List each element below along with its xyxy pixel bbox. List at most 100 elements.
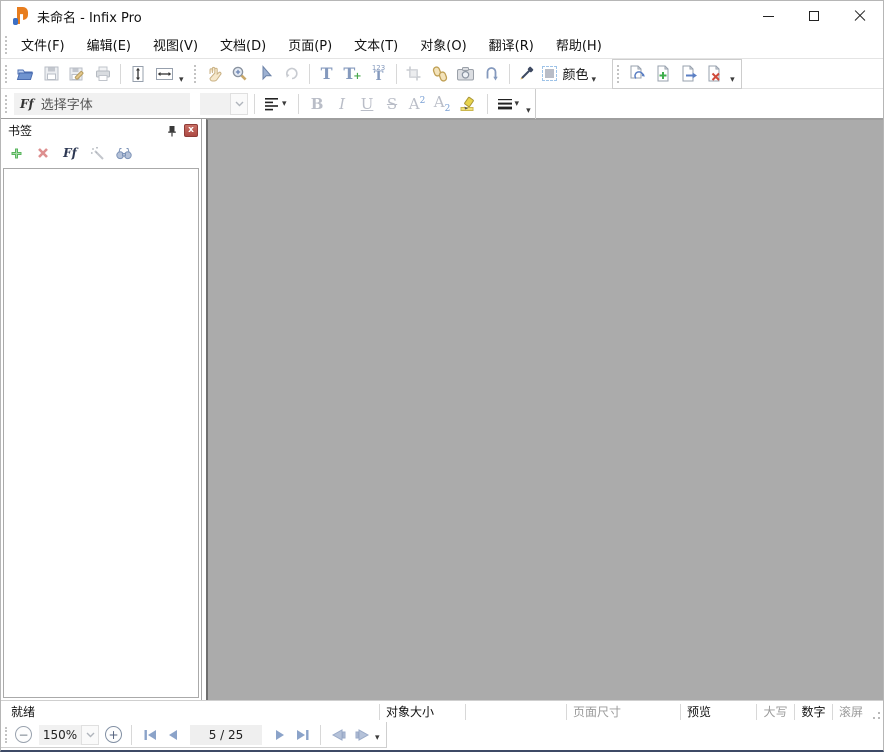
alignment-button[interactable]: ▾ xyxy=(261,97,292,111)
add-text-button[interactable]: T + xyxy=(340,61,366,87)
binoculars-icon xyxy=(116,147,132,159)
page-refresh-icon xyxy=(630,65,645,79)
previous-page-button[interactable] xyxy=(161,724,184,746)
color-button-label[interactable]: 颜色 xyxy=(563,64,589,83)
line-weight-button[interactable]: ▾ xyxy=(494,98,525,110)
color-options-chevron[interactable]: ▾ xyxy=(592,75,597,85)
strikethrough-button[interactable]: S xyxy=(380,95,405,113)
camera-icon xyxy=(457,67,475,81)
menubar-gripper[interactable] xyxy=(5,35,9,54)
resize-grip[interactable] xyxy=(869,701,883,722)
numbered-text-icon: T xyxy=(373,68,384,84)
bookmarks-title: 书签 xyxy=(8,124,33,138)
link-tool-button[interactable] xyxy=(427,61,453,87)
document-area[interactable] xyxy=(206,119,883,700)
u-turn-arrow-icon xyxy=(486,67,498,81)
previous-view-button[interactable] xyxy=(327,724,350,746)
nav-toolbar-overflow-chevron[interactable]: ▾ xyxy=(375,733,380,743)
toolbar-gripper-2[interactable] xyxy=(193,64,198,83)
statusbar: 就绪 对象大小 页面尺寸 预览 大写 数字 滚屏 xyxy=(1,700,883,722)
zoom-value: 150% xyxy=(42,727,78,742)
font-select[interactable]: Ff 选择字体 xyxy=(14,92,190,115)
auto-bookmark-button[interactable] xyxy=(88,144,106,162)
menu-help[interactable]: 帮助(H) xyxy=(547,32,611,57)
line-weight-icon xyxy=(497,98,512,109)
replace-page-button[interactable] xyxy=(624,61,650,87)
underline-button[interactable]: U xyxy=(355,95,380,113)
menu-view[interactable]: 视图(V) xyxy=(144,32,207,57)
save-as-button[interactable] xyxy=(64,61,90,87)
open-button[interactable] xyxy=(12,61,38,87)
find-bookmark-button[interactable] xyxy=(115,144,133,162)
select-tool-button[interactable] xyxy=(253,61,279,87)
menu-document[interactable]: 文档(D) xyxy=(211,32,275,57)
print-button[interactable] xyxy=(90,61,116,87)
fit-options-chevron[interactable]: ▾ xyxy=(179,75,184,85)
bookmark-font-icon: Ff xyxy=(63,146,77,160)
nav-gripper[interactable] xyxy=(5,726,9,743)
insert-page-button[interactable] xyxy=(650,61,676,87)
bookmarks-toolbar: Ff xyxy=(1,140,201,166)
fit-width-button[interactable] xyxy=(151,61,177,87)
first-page-icon xyxy=(144,729,156,740)
page-add-icon xyxy=(657,65,669,82)
hand-tool-button[interactable] xyxy=(201,61,227,87)
numbered-text-button[interactable]: 123 T xyxy=(366,61,392,87)
bookmarks-list[interactable] xyxy=(3,168,199,698)
minimize-button[interactable] xyxy=(745,1,791,31)
italic-button[interactable]: I xyxy=(330,95,355,113)
zoom-out-button[interactable]: − xyxy=(15,726,32,743)
fit-height-button[interactable] xyxy=(125,61,151,87)
superscript-button[interactable]: A2 xyxy=(405,95,430,113)
bold-button[interactable]: B xyxy=(305,95,330,113)
last-page-button[interactable] xyxy=(291,724,314,746)
next-page-button[interactable] xyxy=(268,724,291,746)
toolbar-gripper[interactable] xyxy=(5,64,9,83)
menu-page[interactable]: 页面(P) xyxy=(279,32,341,57)
page-ops-chevron[interactable]: ▾ xyxy=(730,75,735,85)
color-swatch[interactable] xyxy=(540,61,560,87)
pin-panel-button[interactable] xyxy=(164,123,180,138)
save-button[interactable] xyxy=(38,61,64,87)
add-bookmark-button[interactable] xyxy=(7,144,25,162)
maximize-button[interactable] xyxy=(791,1,837,31)
page-ops-gripper[interactable] xyxy=(617,64,621,83)
highlight-button[interactable] xyxy=(455,91,481,117)
zoom-select[interactable]: 150% xyxy=(39,724,99,745)
chain-link-icon xyxy=(432,65,447,82)
alignment-chevron[interactable]: ▾ xyxy=(282,99,287,109)
menu-edit[interactable]: 编辑(E) xyxy=(78,32,140,57)
fit-page-height-icon xyxy=(132,65,144,82)
bookmarks-panel: 书签 x Ff xyxy=(1,119,202,700)
close-button[interactable] xyxy=(837,1,883,31)
menu-object[interactable]: 对象(O) xyxy=(411,32,475,57)
menu-file[interactable]: 文件(F) xyxy=(12,32,74,57)
menubar: 文件(F) 编辑(E) 视图(V) 文档(D) 页面(P) 文本(T) 对象(O… xyxy=(1,31,883,59)
text-toolbar-gripper[interactable] xyxy=(5,94,9,113)
eyedropper-button[interactable] xyxy=(514,61,540,87)
zoom-in-button[interactable]: + xyxy=(105,726,122,743)
text-tool-button[interactable]: T xyxy=(314,61,340,87)
rotate-tool-button[interactable] xyxy=(279,61,305,87)
zoom-dropdown[interactable] xyxy=(81,724,99,745)
path-tool-button[interactable] xyxy=(479,61,505,87)
font-size-dropdown[interactable] xyxy=(230,92,248,115)
snapshot-tool-button[interactable] xyxy=(453,61,479,87)
magnifier-icon xyxy=(232,66,247,81)
next-view-button[interactable] xyxy=(350,724,373,746)
text-toolbar-overflow-chevron[interactable]: ▾ xyxy=(526,106,531,116)
menu-text[interactable]: 文本(T) xyxy=(345,32,407,57)
subscript-button[interactable]: A2 xyxy=(430,93,455,114)
extract-page-button[interactable] xyxy=(676,61,702,87)
close-panel-button[interactable]: x xyxy=(184,124,198,137)
page-indicator-field[interactable]: 5 / 25 xyxy=(190,724,262,745)
delete-bookmark-button[interactable] xyxy=(34,144,52,162)
delete-page-button[interactable] xyxy=(702,61,728,87)
line-weight-chevron[interactable]: ▾ xyxy=(515,99,520,109)
crop-tool-button[interactable] xyxy=(401,61,427,87)
bookmark-font-button[interactable]: Ff xyxy=(61,144,79,162)
font-size-select[interactable] xyxy=(200,92,248,115)
zoom-tool-button[interactable] xyxy=(227,61,253,87)
menu-translate[interactable]: 翻译(R) xyxy=(480,32,543,57)
first-page-button[interactable] xyxy=(138,724,161,746)
